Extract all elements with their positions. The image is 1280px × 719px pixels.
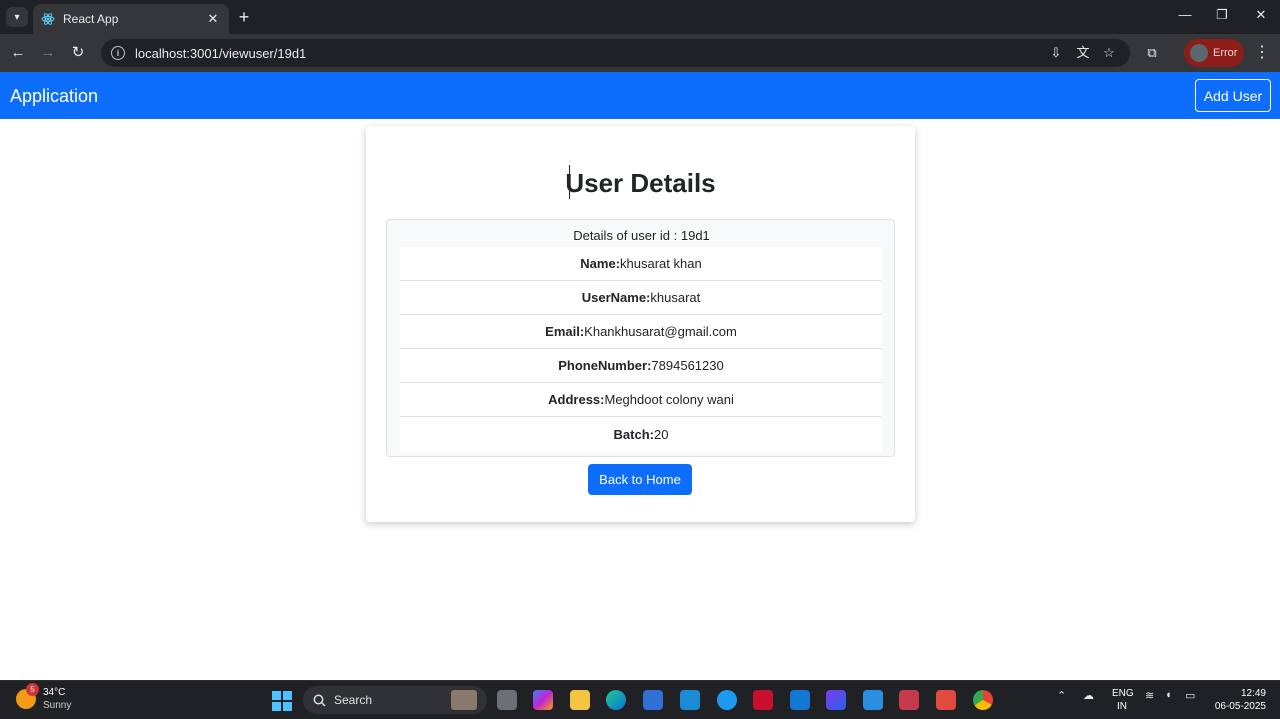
windows-start-icon[interactable] [272,691,292,711]
install-app-icon[interactable]: ⇩ [1047,44,1065,62]
field-label: PhoneNumber: [558,358,652,373]
browser-tab-bar: ▾ React App ✕ + — ❐ ✕ [0,0,1280,34]
restore-icon[interactable]: ❐ [1212,7,1232,23]
address-bar[interactable]: i localhost:3001/viewuser/19d1 [101,39,1130,67]
list-item: Name: khusarat khan [400,247,882,281]
page-title: User Details [565,168,716,198]
minimize-icon[interactable]: — [1175,7,1195,22]
list-item: PhoneNumber: 7894561230 [400,349,882,383]
extensions-icon[interactable]: ⧉ [1143,44,1161,62]
tab-search-chevron-icon[interactable]: ▾ [6,7,28,27]
profile-status-label: Error [1213,47,1238,59]
snipping-tool-icon[interactable] [899,690,919,710]
field-value: khusarat khan [620,256,702,271]
list-item: Address: Meghdoot colony wani [400,383,882,417]
field-value: khusarat [650,290,701,305]
field-label: Batch: [613,426,654,442]
lang-line2: IN [1117,701,1127,712]
user-details-card: User Details Details of user id : 19d1 N… [366,126,915,522]
back-arrow-icon[interactable]: ← [8,43,28,63]
bookmark-star-icon[interactable]: ☆ [1100,44,1118,62]
window-close-icon[interactable]: ✕ [1251,7,1271,23]
system-clock[interactable]: 12:49 06-05-2025 [1210,687,1266,713]
tab-close-icon[interactable]: ✕ [205,11,221,27]
search-icon [313,694,326,707]
file-explorer-icon[interactable] [570,690,590,710]
language-indicator[interactable]: ENG IN [1112,687,1134,713]
app-brand[interactable]: Application [10,86,98,107]
reload-icon[interactable]: ↻ [68,43,88,63]
field-value: 7894561230 [651,358,724,373]
copilot-icon[interactable] [533,690,553,710]
list-item: Email: Khankhusarat@gmail.com [400,315,882,349]
vscode-icon[interactable] [863,690,883,710]
clock-time: 12:49 [1240,688,1266,699]
weather-desc: Sunny [43,700,72,711]
windows-taskbar: 5 34°C Sunny Search ⌃ ☁ ENG IN ≋ ◖ ▭ 12:4… [0,680,1280,719]
clock-date: 06-05-2025 [1214,701,1266,712]
profile-error-button[interactable]: Error [1184,39,1244,67]
field-label: Email: [545,324,585,339]
user-details-panel: Details of user id : 19d1 Name: khusarat … [386,219,895,457]
tab-title: React App [63,12,119,26]
battery-icon[interactable]: ▭ [1185,689,1195,702]
forward-arrow-icon[interactable]: → [38,43,58,63]
field-value: Khankhusarat@gmail.com [584,324,737,339]
react-favicon-icon [41,12,55,26]
wifi-icon[interactable]: ≋ [1145,689,1154,702]
field-label: Name: [580,256,621,271]
address-url[interactable]: localhost:3001/viewuser/19d1 [135,46,306,61]
profile-avatar [1190,44,1208,62]
power-automate-icon[interactable] [826,690,846,710]
edge-icon[interactable] [606,690,626,710]
field-value: 20 [653,426,669,442]
translate-icon[interactable]: 文 [1074,44,1092,62]
task-view-icon[interactable] [497,690,517,710]
onedrive-icon[interactable]: ☁ [1083,689,1094,702]
git-icon[interactable] [936,690,956,710]
browser-tab[interactable]: React App ✕ [33,4,229,34]
mcafee-icon[interactable] [753,690,773,710]
taskbar-search[interactable]: Search [303,686,487,714]
chrome-icon[interactable] [973,690,993,710]
list-item: UserName: khusarat [400,281,882,315]
field-label: UserName: [581,290,651,305]
site-info-icon[interactable]: i [111,46,125,60]
myapp-icon[interactable] [680,690,700,710]
list-item: Batch: 20 [400,417,882,451]
weather-widget[interactable]: 5 34°C Sunny [16,683,72,712]
tray-chevron-icon[interactable]: ⌃ [1057,689,1066,702]
outlook-icon[interactable] [790,690,810,710]
browser-menu-icon[interactable]: ⋮ [1254,43,1270,63]
app-navbar: Application Add User [0,72,1280,119]
add-user-button[interactable]: Add User [1195,79,1271,112]
user-id-header: Details of user id : 19d1 [573,228,710,243]
store-icon[interactable] [643,690,663,710]
field-label: Address: [548,392,605,407]
user-field-list: Name: khusarat khan UserName: khusarat Ema… [400,247,882,451]
weather-badge: 5 [26,683,39,696]
sun-icon: 5 [16,683,39,709]
search-highlight-image [451,690,477,710]
back-to-home-button[interactable]: Back to Home [588,464,692,495]
search-label: Search [334,693,373,707]
field-value: Meghdoot colony wani [604,392,734,407]
volume-icon[interactable]: ◖ [1165,689,1172,701]
weather-temp: 34°C [43,687,66,698]
help-icon[interactable] [717,690,737,710]
new-tab-plus-icon[interactable]: + [236,7,252,27]
lang-line1: ENG [1112,688,1134,699]
browser-toolbar: ← → ↻ i localhost:3001/viewuser/19d1 ⇩ 文… [0,34,1280,72]
